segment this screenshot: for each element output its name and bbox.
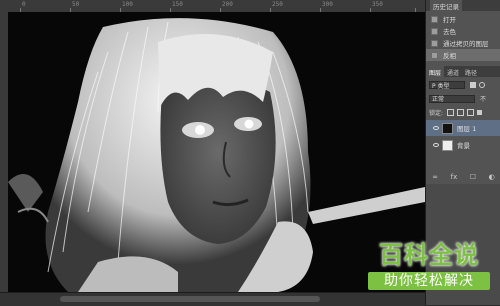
layer-thumbnail — [442, 139, 453, 151]
fx-icon[interactable]: fx — [451, 173, 458, 181]
horizontal-scrollbar[interactable] — [0, 292, 425, 306]
history-item-invert[interactable]: 反相 — [426, 49, 500, 61]
layer-thumbnail — [442, 122, 453, 134]
lock-position-icon[interactable] — [467, 109, 475, 116]
link-layers-icon[interactable]: ∞ — [432, 173, 438, 181]
layers-panel-tabs: 图层 通道 路径 — [426, 66, 500, 77]
filter-pixel-icon[interactable] — [470, 82, 476, 88]
history-step-icon — [431, 39, 438, 47]
layer-name: 背景 — [457, 142, 470, 150]
blend-mode-row: 正常 不 — [426, 94, 500, 103]
lock-label: 锁定: — [429, 110, 444, 117]
watermark-logo: 百科全说 助你轻松解决 — [368, 240, 490, 300]
layer-filter-row: P 类型 — [426, 81, 500, 90]
lock-all-icon[interactable] — [477, 110, 483, 115]
history-item-label: 反相 — [443, 52, 456, 60]
watermark-title: 百科全说 — [379, 241, 479, 269]
lock-pixels-icon[interactable] — [457, 109, 465, 116]
history-tab[interactable]: 历史记录 — [430, 0, 462, 12]
tab-layers[interactable]: 图层 — [426, 66, 445, 77]
image-canvas[interactable] — [8, 12, 425, 292]
history-item-desaturate[interactable]: 去色 — [426, 25, 500, 37]
history-step-icon — [431, 15, 438, 23]
history-item-open[interactable]: 打开 — [426, 13, 500, 25]
add-mask-icon[interactable]: ☐ — [470, 173, 476, 181]
history-item-label: 通过拷贝的图层 — [443, 40, 489, 48]
history-list: 打开 去色 通过拷贝的图层 反相 — [426, 11, 500, 61]
history-item-label: 打开 — [443, 16, 456, 24]
layers-footer-toolbar: ∞ fx ☐ ◐ — [426, 170, 500, 184]
opacity-label: 不 — [480, 96, 487, 103]
lock-transparent-icon[interactable] — [447, 109, 455, 116]
filter-adjust-icon[interactable] — [479, 82, 485, 88]
scrollbar-thumb[interactable] — [60, 296, 320, 302]
eye-icon[interactable] — [433, 143, 439, 147]
layer-row-background[interactable]: 背景 — [426, 137, 500, 153]
tab-channels[interactable]: 通道 — [444, 66, 462, 77]
eye-icon[interactable] — [433, 126, 439, 130]
history-item-layer-via-copy[interactable]: 通过拷贝的图层 — [426, 37, 500, 49]
lock-row: 锁定: — [426, 108, 500, 117]
blend-mode-dropdown[interactable]: 正常 — [429, 94, 475, 103]
watermark-subtitle: 助你轻松解决 — [368, 272, 490, 290]
tab-paths[interactable]: 路径 — [462, 66, 480, 77]
inverted-portrait-image — [8, 12, 425, 292]
adjustment-layer-icon[interactable]: ◐ — [489, 173, 495, 181]
history-panel-header: 历史记录 — [426, 0, 500, 12]
history-step-icon — [431, 27, 438, 35]
history-item-label: 去色 — [443, 28, 456, 36]
layer-name: 图层 1 — [457, 125, 477, 133]
layer-filter-dropdown[interactable]: P 类型 — [429, 81, 465, 90]
layer-row-layer-1[interactable]: 图层 1 — [426, 120, 500, 136]
history-step-icon — [431, 51, 438, 59]
